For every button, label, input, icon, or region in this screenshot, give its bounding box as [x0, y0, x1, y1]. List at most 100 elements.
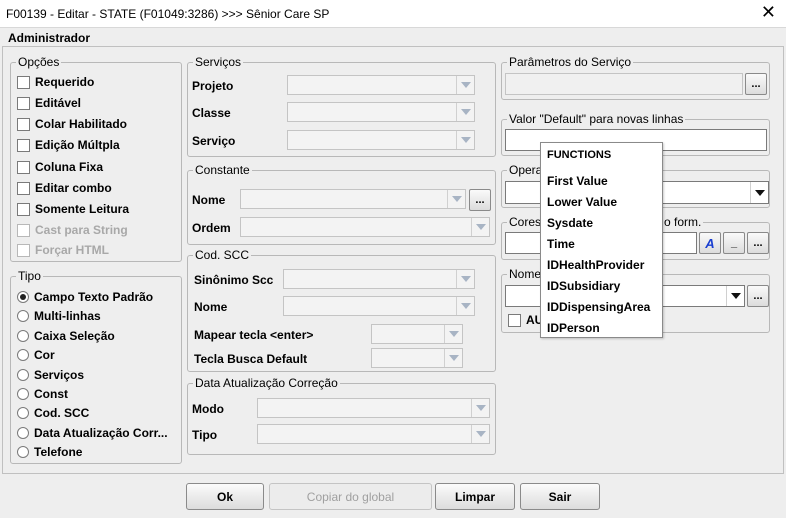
checkbox-box[interactable]: [508, 313, 521, 327]
classe-combo[interactable]: [287, 102, 475, 122]
checkbox-box[interactable]: [17, 138, 30, 152]
editavel-checkbox[interactable]: Editável: [17, 95, 81, 111]
limpar-button[interactable]: Limpar: [435, 483, 515, 510]
constante-group: Constante Nome ... Ordem: [187, 163, 496, 245]
modo-combo[interactable]: [257, 398, 490, 418]
chevron-down-icon[interactable]: [456, 297, 474, 315]
data-tipo-combo[interactable]: [257, 424, 490, 444]
radio-button[interactable]: [17, 407, 29, 419]
radio-button[interactable]: [17, 310, 29, 322]
radio-button[interactable]: [17, 388, 29, 400]
coluna-fixa-checkbox[interactable]: Coluna Fixa: [17, 159, 103, 175]
sinonimo-combo[interactable]: [283, 269, 475, 289]
chevron-down-icon[interactable]: [447, 190, 465, 208]
tipo-const-radio[interactable]: Const: [17, 386, 68, 402]
chevron-down-icon[interactable]: [456, 270, 474, 288]
tecla-busca-combo[interactable]: [371, 348, 463, 368]
user-label: Administrador: [8, 31, 91, 45]
radio-button[interactable]: [17, 330, 29, 342]
parametros-group: Parâmetros do Serviço ...: [501, 55, 770, 100]
radio-button[interactable]: [17, 369, 29, 381]
copiar-global-button: Copiar do global: [269, 483, 432, 510]
tipo-cor-radio[interactable]: Cor: [17, 347, 55, 363]
checkbox-box[interactable]: [17, 160, 30, 174]
colar-habilitado-checkbox[interactable]: Colar Habilitado: [17, 116, 127, 132]
checkbox-label: Forçar HTML: [35, 243, 110, 257]
constante-ordem-combo[interactable]: [240, 217, 490, 237]
checkbox-label: Colar Habilitado: [35, 117, 128, 131]
close-icon[interactable]: ✕: [761, 3, 776, 21]
constante-nome-combo[interactable]: [240, 189, 466, 209]
nome-group-browse-button[interactable]: ...: [747, 285, 769, 307]
checkbox-box[interactable]: [17, 117, 30, 131]
radio-button[interactable]: [17, 446, 29, 458]
tipo-title: Tipo: [16, 269, 43, 283]
tipo-data-atualizacao-radio[interactable]: Data Atualização Corr...: [17, 425, 168, 441]
checkbox-box[interactable]: [17, 181, 30, 195]
chevron-down-icon[interactable]: [471, 425, 489, 443]
scc-nome-combo[interactable]: [283, 296, 475, 316]
parametros-field[interactable]: [505, 73, 743, 95]
tecla-busca-label: Tecla Busca Default: [194, 352, 308, 366]
tipo-servicos-radio[interactable]: Serviços: [17, 367, 84, 383]
tipo-multi-linhas-radio[interactable]: Multi-linhas: [17, 308, 101, 324]
editar-combo-checkbox[interactable]: Editar combo: [17, 180, 112, 196]
radio-label: Telefone: [34, 445, 83, 459]
checkbox-box[interactable]: [17, 96, 30, 110]
data-atualizacao-group: Data Atualização Correção Modo Tipo: [187, 376, 496, 455]
chevron-down-icon[interactable]: [456, 103, 474, 121]
tipo-cod-scc-radio[interactable]: Cod. SCC: [17, 405, 89, 421]
tipo-group: Tipo Campo Texto Padrão Multi-linhas Cai…: [10, 269, 182, 464]
chevron-down-icon[interactable]: [471, 218, 489, 236]
chevron-down-icon[interactable]: [456, 76, 474, 94]
function-item[interactable]: Lower Value: [547, 195, 617, 209]
function-item[interactable]: IDPerson: [547, 321, 600, 335]
sinonimo-label: Sinônimo Scc: [194, 273, 274, 287]
edicao-multipla-checkbox[interactable]: Edição Múltpla: [17, 137, 120, 153]
chevron-down-icon[interactable]: [456, 131, 474, 149]
tipo-campo-texto-radio[interactable]: Campo Texto Padrão: [17, 289, 153, 305]
constante-browse-button[interactable]: ...: [469, 189, 491, 211]
chevron-down-icon[interactable]: [750, 182, 768, 203]
chevron-down-icon[interactable]: [726, 286, 744, 306]
valor-default-title: Valor "Default" para novas linhas: [507, 112, 686, 126]
radio-label: Serviços: [34, 368, 85, 382]
parametros-browse-button[interactable]: ...: [745, 73, 767, 95]
requerido-checkbox[interactable]: Requerido: [17, 74, 94, 90]
chevron-down-icon[interactable]: [444, 325, 462, 343]
cod-scc-title: Cod. SCC: [193, 248, 252, 262]
chevron-down-icon[interactable]: [471, 399, 489, 417]
window-title: F00139 - Editar - STATE (F01049:3286) >>…: [6, 7, 330, 21]
function-item[interactable]: First Value: [547, 174, 608, 188]
function-item[interactable]: IDHealthProvider: [547, 258, 644, 272]
nome-group-checkbox[interactable]: AU: [508, 312, 543, 328]
checkbox-box[interactable]: [17, 202, 30, 216]
parametros-title: Parâmetros do Serviço: [507, 55, 634, 69]
mapear-tecla-combo[interactable]: [371, 324, 463, 344]
radio-button[interactable]: [17, 427, 29, 439]
servico-combo[interactable]: [287, 130, 475, 150]
radio-button[interactable]: [17, 291, 29, 303]
function-item[interactable]: Sysdate: [547, 216, 593, 230]
underline-button[interactable]: _: [723, 232, 745, 254]
checkbox-box: [17, 243, 30, 257]
function-item[interactable]: IDSubsidiary: [547, 279, 620, 293]
function-item[interactable]: IDDispensingArea: [547, 300, 650, 314]
radio-button[interactable]: [17, 349, 29, 361]
tipo-telefone-radio[interactable]: Telefone: [17, 444, 82, 460]
functions-popup: FUNCTIONS First Value Lower Value Sysdat…: [540, 142, 663, 338]
somente-leitura-checkbox[interactable]: Somente Leitura: [17, 201, 129, 217]
classe-label: Classe: [192, 106, 231, 120]
tipo-caixa-selecao-radio[interactable]: Caixa Seleção: [17, 328, 115, 344]
ok-button[interactable]: Ok: [186, 483, 264, 510]
constante-ordem-label: Ordem: [192, 221, 231, 235]
radio-label: Multi-linhas: [34, 309, 101, 323]
chevron-down-icon[interactable]: [444, 349, 462, 367]
checkbox-box[interactable]: [17, 75, 30, 89]
function-item[interactable]: Time: [547, 237, 575, 251]
projeto-combo[interactable]: [287, 75, 475, 95]
sair-button[interactable]: Sair: [520, 483, 600, 510]
italic-a-button[interactable]: A: [699, 232, 721, 254]
cores-browse-button[interactable]: ...: [747, 232, 769, 254]
cod-scc-group: Cod. SCC Sinônimo Scc Nome Mapear tecla …: [187, 248, 496, 372]
